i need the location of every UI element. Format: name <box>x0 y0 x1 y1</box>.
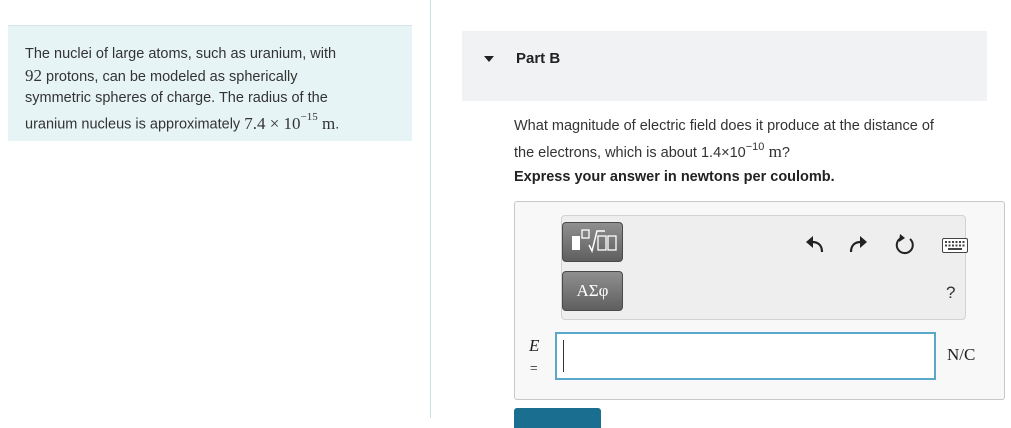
reset-icon[interactable] <box>893 233 917 257</box>
keyboard-icon[interactable] <box>942 238 968 253</box>
problem-statement: The nuclei of large atoms, such as urani… <box>8 25 412 141</box>
part-b-header[interactable]: Part B <box>462 31 987 101</box>
distance-unit: m <box>764 141 782 161</box>
column-divider <box>430 0 431 418</box>
answer-box: ΑΣφ ? E = N/C <box>514 201 1005 400</box>
answer-variable: E <box>529 336 540 355</box>
intro-line-2: protons, can be modeled as spherically <box>42 69 298 85</box>
collapse-caret-icon[interactable] <box>484 56 494 62</box>
radius-value: 7.4 × 10−15 m <box>244 111 336 133</box>
templates-icon <box>571 229 617 254</box>
protons-number: 92 <box>25 66 42 85</box>
greek-letters-icon: ΑΣφ <box>576 281 609 300</box>
intro-line-1: The nuclei of large atoms, such as urani… <box>25 46 337 62</box>
greek-letters-button[interactable]: ΑΣφ <box>562 271 623 311</box>
part-label: Part B <box>516 50 561 67</box>
redo-icon[interactable] <box>846 233 870 257</box>
undo-icon[interactable] <box>803 233 827 257</box>
intro-line-3: symmetric spheres of charge. The radius … <box>25 90 328 106</box>
templates-button[interactable] <box>562 222 623 262</box>
equals-sign: = <box>530 360 538 375</box>
math-toolbar: ΑΣφ ? <box>561 215 968 320</box>
answer-instruction: Express your answer in newtons per coulo… <box>514 169 835 185</box>
answer-input[interactable] <box>555 332 936 380</box>
text-cursor <box>563 340 564 372</box>
unit-label: N/C <box>947 345 976 364</box>
help-icon[interactable]: ? <box>946 283 955 303</box>
distance-exponent: −10 <box>745 141 765 153</box>
question-line-1: What magnitude of electric field does it… <box>514 118 934 134</box>
intro-line-4: uranium nucleus is approximately <box>25 116 245 133</box>
question-text: What magnitude of electric field does it… <box>514 118 934 161</box>
question-line-2: the electrons, which is about 1.4×10 <box>514 144 746 161</box>
submit-button[interactable] <box>514 408 601 428</box>
